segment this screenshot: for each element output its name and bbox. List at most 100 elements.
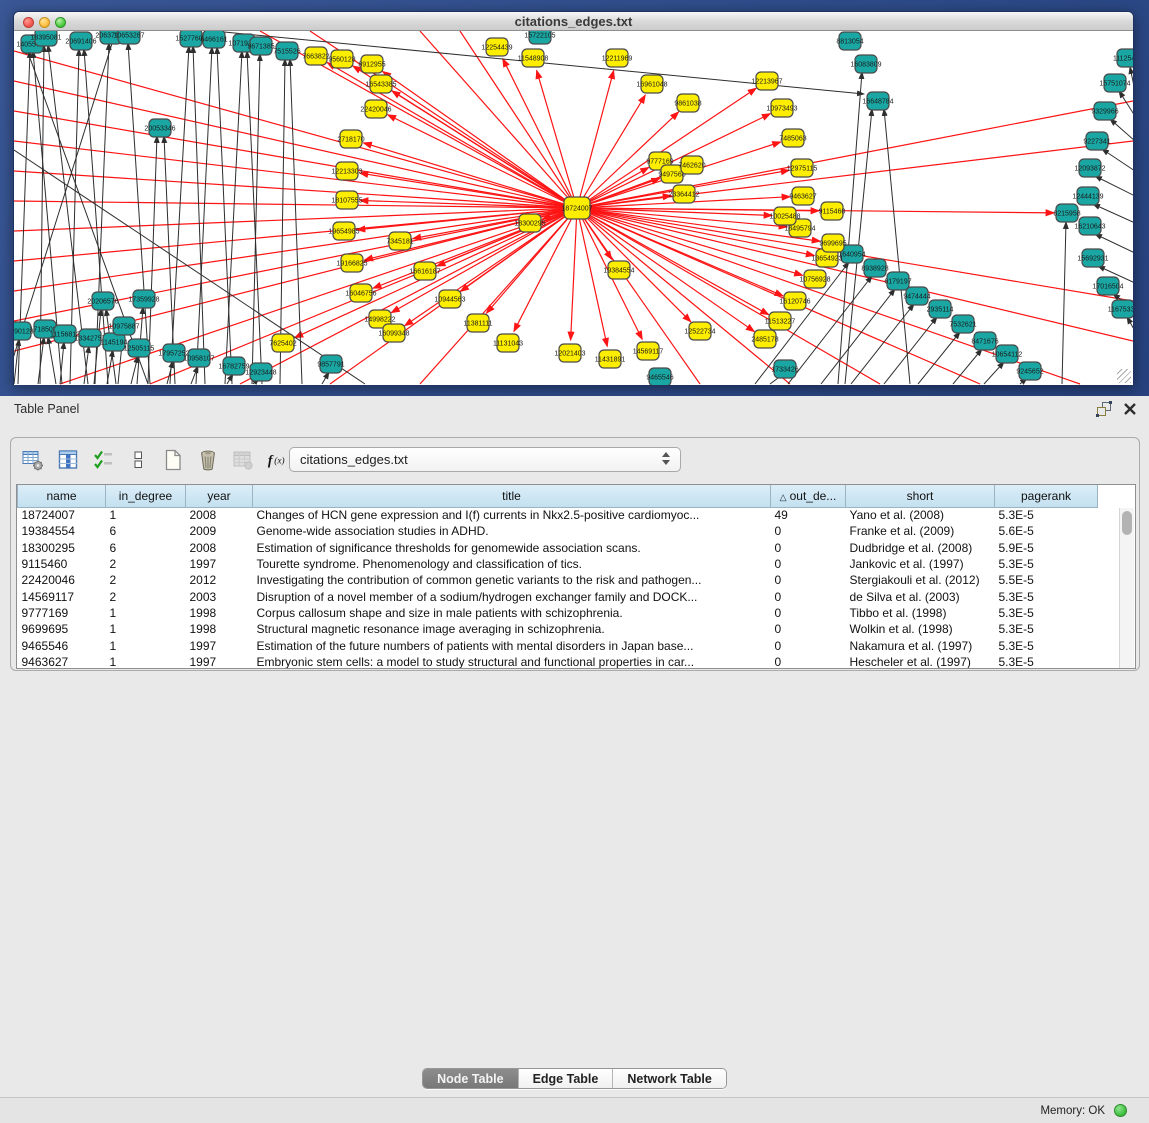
table-cell[interactable]: 1 xyxy=(106,637,186,653)
table-row[interactable]: 946554611997Estimation of the future num… xyxy=(18,637,1137,653)
table-cell[interactable]: 5.3E-5 xyxy=(995,605,1098,621)
rows-icon[interactable] xyxy=(126,448,150,472)
network-node[interactable]: 9115460 xyxy=(819,202,846,220)
network-node[interactable]: 7532621 xyxy=(949,315,976,333)
network-node[interactable]: 10944563 xyxy=(434,290,465,308)
vertical-scrollbar[interactable] xyxy=(1119,508,1134,668)
network-node[interactable]: 16543385 xyxy=(365,75,396,93)
resize-grip-icon[interactable] xyxy=(1117,369,1131,383)
network-node[interactable]: 9699695 xyxy=(819,234,846,252)
table-row[interactable]: 1456911722003Disruption of a novel membe… xyxy=(18,588,1137,604)
network-window-titlebar[interactable]: citations_edges.txt xyxy=(14,12,1133,31)
network-window[interactable]: citations_edges.txt 14055714183950812069… xyxy=(13,11,1134,385)
table-cell[interactable]: 5.9E-5 xyxy=(995,540,1098,556)
table-cell[interactable]: 2012 xyxy=(186,572,253,588)
table-cell[interactable]: 1998 xyxy=(186,605,253,621)
show-columns-icon[interactable] xyxy=(56,448,80,472)
network-node[interactable]: 9465546 xyxy=(646,368,673,385)
network-node[interactable]: 2485178 xyxy=(751,330,778,348)
network-node[interactable]: 11675337 xyxy=(1108,300,1133,318)
new-column-icon[interactable] xyxy=(161,448,185,472)
table-cell[interactable]: Estimation of significance thresholds fo… xyxy=(253,540,771,556)
network-node[interactable]: 16046756 xyxy=(345,284,376,302)
network-node[interactable]: 12021403 xyxy=(554,344,585,362)
network-node[interactable]: 15692931 xyxy=(1077,249,1108,267)
network-node[interactable]: 14569117 xyxy=(633,342,664,360)
table-cell[interactable]: 0 xyxy=(771,572,846,588)
table-cell[interactable]: de Silva et al. (2003) xyxy=(846,588,995,604)
table-cell[interactable]: Dudbridge et al. (2008) xyxy=(846,540,995,556)
network-node[interactable]: 22420046 xyxy=(360,100,391,118)
column-header-in_degree[interactable]: in_degree xyxy=(106,485,186,507)
column-header-year[interactable]: year xyxy=(186,485,253,507)
network-node[interactable]: 8938928 xyxy=(861,259,888,277)
table-cell[interactable]: 14569117 xyxy=(18,588,106,604)
network-node[interactable]: 10654112 xyxy=(992,345,1023,363)
network-node[interactable]: 18107555 xyxy=(331,191,362,209)
table-row[interactable]: 969969511998Structural magnetic resonanc… xyxy=(18,621,1137,637)
table-cell[interactable]: Corpus callosum shape and size in male p… xyxy=(253,605,771,621)
network-node[interactable]: 6179197 xyxy=(884,272,911,290)
network-node[interactable]: 12505115 xyxy=(124,339,155,357)
network-node[interactable]: 12254439 xyxy=(481,38,512,56)
table-row[interactable]: 1872400712008Changes of HCN gene express… xyxy=(18,507,1137,523)
network-node[interactable]: 16083809 xyxy=(850,55,881,73)
network-node[interactable]: 8471676 xyxy=(971,332,998,350)
tab-edge-table[interactable]: Edge Table xyxy=(518,1069,613,1088)
attribute-table[interactable]: namein_degreeyeartitle△out_de...shortpag… xyxy=(17,485,1136,669)
table-cell[interactable]: Disruption of a novel member of a sodium… xyxy=(253,588,771,604)
table-cell[interactable]: 49 xyxy=(771,507,846,523)
table-cell[interactable]: Wolkin et al. (1998) xyxy=(846,621,995,637)
table-cell[interactable]: 9115460 xyxy=(18,556,106,572)
network-node[interactable]: 9560128 xyxy=(328,50,355,68)
network-node[interactable]: 12444139 xyxy=(1072,187,1103,205)
table-cell[interactable]: Structural magnetic resonance image aver… xyxy=(253,621,771,637)
table-cell[interactable]: 1 xyxy=(106,507,186,523)
network-graph[interactable]: 1405571418395081206914062063718710653287… xyxy=(14,31,1133,385)
table-cell[interactable]: Investigating the contribution of common… xyxy=(253,572,771,588)
network-node[interactable]: 18724007 xyxy=(561,197,592,219)
network-node[interactable]: 2935114 xyxy=(927,300,954,318)
table-row[interactable]: 1938455462009Genome-wide association stu… xyxy=(18,523,1137,539)
network-node[interactable]: 9474444 xyxy=(903,287,930,305)
network-node[interactable]: 7663822 xyxy=(302,47,329,65)
table-cell[interactable]: 9777169 xyxy=(18,605,106,621)
table-cell[interactable]: 2009 xyxy=(186,523,253,539)
network-node[interactable]: 20206576 xyxy=(87,292,118,310)
table-cell[interactable]: 0 xyxy=(771,523,846,539)
table-cell[interactable]: 2008 xyxy=(186,540,253,556)
table-cell[interactable]: 2 xyxy=(106,588,186,604)
network-node[interactable]: 16099348 xyxy=(378,324,409,342)
network-node[interactable]: 16120746 xyxy=(779,292,810,310)
column-header-pagerank[interactable]: pagerank xyxy=(995,485,1098,507)
network-node[interactable]: 6466161 xyxy=(200,31,227,48)
network-node[interactable]: 10975887 xyxy=(108,317,139,335)
table-cell[interactable]: 2008 xyxy=(186,507,253,523)
network-node[interactable]: 12213303 xyxy=(331,162,362,180)
network-node[interactable]: 11513227 xyxy=(765,312,796,330)
network-node[interactable]: 16616187 xyxy=(409,262,440,280)
table-cell[interactable]: 18724007 xyxy=(18,507,106,523)
network-node[interactable]: 12923448 xyxy=(245,363,276,381)
network-node[interactable]: 12211969 xyxy=(602,49,633,67)
network-node[interactable]: 20053346 xyxy=(144,119,175,137)
column-header-out_de[interactable]: △out_de... xyxy=(771,485,846,507)
table-cell[interactable]: Changes of HCN gene expression and I(f) … xyxy=(253,507,771,523)
network-node[interactable]: 8912955 xyxy=(358,55,385,73)
network-node[interactable]: 16648784 xyxy=(862,92,893,110)
network-node[interactable]: 9671385 xyxy=(247,37,274,55)
table-cell[interactable]: 0 xyxy=(771,621,846,637)
table-cell[interactable]: 5.3E-5 xyxy=(995,588,1098,604)
network-node[interactable]: 18395081 xyxy=(30,31,61,46)
network-view[interactable]: 1405571418395081206914062063718710653287… xyxy=(14,31,1133,385)
network-node[interactable]: 10973493 xyxy=(766,99,797,117)
select-columns-icon[interactable] xyxy=(91,448,115,472)
table-cell[interactable]: 1 xyxy=(106,621,186,637)
function-builder-icon[interactable]: f (x) xyxy=(266,448,290,472)
network-node[interactable]: 7515526 xyxy=(273,42,300,60)
table-cell[interactable]: Genome-wide association studies in ADHD. xyxy=(253,523,771,539)
network-node[interactable]: 9245652 xyxy=(1016,362,1043,380)
table-cell[interactable]: 2 xyxy=(106,572,186,588)
table-row[interactable]: 946362711997Embryonic stem cells: a mode… xyxy=(18,654,1137,669)
table-cell[interactable]: Tourette syndrome. Phenomenology and cla… xyxy=(253,556,771,572)
